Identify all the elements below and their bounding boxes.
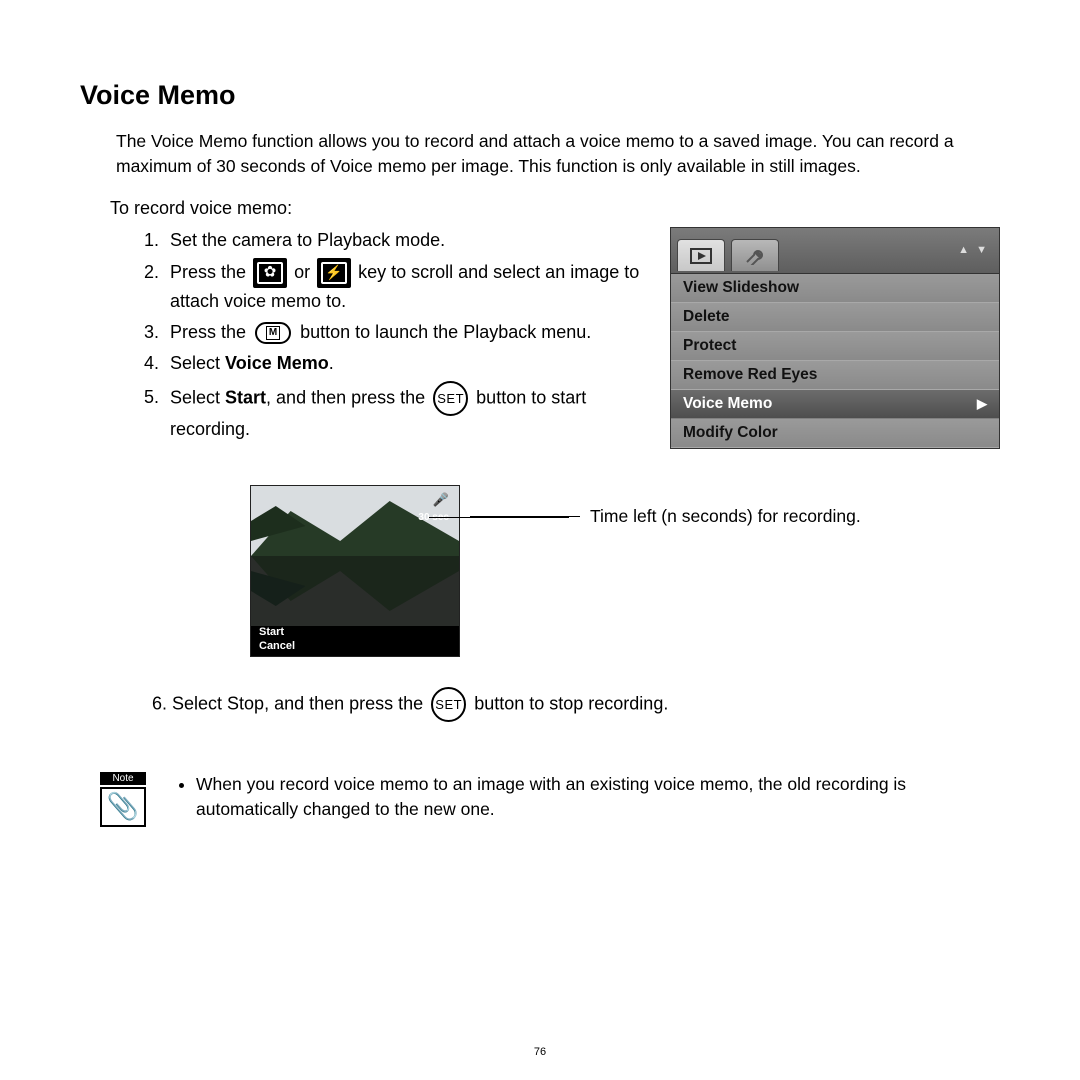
step-5-text-c: , and then press the <box>266 387 430 407</box>
page-number: 76 <box>534 1046 546 1058</box>
menu-item-red-eyes[interactable]: Remove Red Eyes <box>671 361 999 390</box>
step-2-text-a: Press the <box>170 262 251 282</box>
figure-caption: Time left (n seconds) for recording. <box>590 506 861 527</box>
menu-item-slideshow[interactable]: View Slideshow <box>671 274 999 303</box>
step-2: Press the or key to scroll and select an… <box>164 258 646 315</box>
menu-item-voice-memo-label: Voice Memo <box>683 395 772 413</box>
playback-tab[interactable] <box>677 239 725 271</box>
menu-button-icon <box>255 322 291 344</box>
step-1: Set the camera to Playback mode. <box>164 227 646 254</box>
note-label: Note <box>100 772 146 785</box>
paperclip-icon: 📎 <box>100 787 146 827</box>
up-down-indicator: ▲ ▼ <box>958 244 989 256</box>
set-button-icon: SET <box>433 381 468 416</box>
note-text: When you record voice memo to an image w… <box>196 772 1000 823</box>
menu-tab-bar: ▲ ▼ <box>671 228 999 274</box>
step-5-bold: Start <box>225 387 266 407</box>
playback-tab-icon <box>690 248 712 264</box>
wrench-icon <box>744 247 766 265</box>
step-6: 6. Select Stop, and then press the SET b… <box>152 687 1000 722</box>
menu-item-modify-color[interactable]: Modify Color <box>671 419 999 448</box>
steps-list: Set the camera to Playback mode. Press t… <box>110 227 646 443</box>
playback-menu-panel: ▲ ▼ View Slideshow Delete Protect Remove… <box>670 227 1000 449</box>
lcd-start-option[interactable]: Start <box>259 626 459 640</box>
settings-tab[interactable] <box>731 239 779 271</box>
set-button-icon-2: SET <box>431 687 466 722</box>
step-4-text-c: . <box>329 353 334 373</box>
microphone-icon: 🎤 <box>433 492 449 508</box>
step-4-bold: Voice Memo <box>225 353 329 373</box>
step-2-text-b: or <box>294 262 315 282</box>
step-5: Select Start, and then press the SET but… <box>164 381 646 443</box>
menu-item-voice-memo[interactable]: Voice Memo ▶ <box>671 390 999 419</box>
step-3-text-a: Press the <box>170 322 251 342</box>
intro-paragraph: The Voice Memo function allows you to re… <box>116 129 1000 180</box>
step-6-text-a: 6. Select Stop, and then press the <box>152 693 428 713</box>
submenu-arrow-icon: ▶ <box>977 396 987 412</box>
bolt-key-icon <box>317 258 351 288</box>
page-title: Voice Memo <box>80 80 1000 111</box>
step-3-text-b: button to launch the Playback menu. <box>300 322 591 342</box>
step-4: Select Voice Memo. <box>164 350 646 377</box>
lcd-cancel-option[interactable]: Cancel <box>259 640 459 654</box>
step-5-text-a: Select <box>170 387 225 407</box>
callout-line <box>429 517 569 518</box>
menu-item-delete[interactable]: Delete <box>671 303 999 332</box>
menu-item-protect[interactable]: Protect <box>671 332 999 361</box>
step-3: Press the button to launch the Playback … <box>164 319 646 346</box>
step-4-text-a: Select <box>170 353 225 373</box>
step-6-text-b: button to stop recording. <box>474 693 668 713</box>
sample-photo <box>251 486 459 626</box>
steps-lead: To record voice memo: <box>110 198 1000 219</box>
recording-screen-figure: 🎤 30 sec Start Cancel <box>250 485 460 657</box>
flower-key-icon <box>253 258 287 288</box>
note-block: Note 📎 When you record voice memo to an … <box>100 772 1000 827</box>
